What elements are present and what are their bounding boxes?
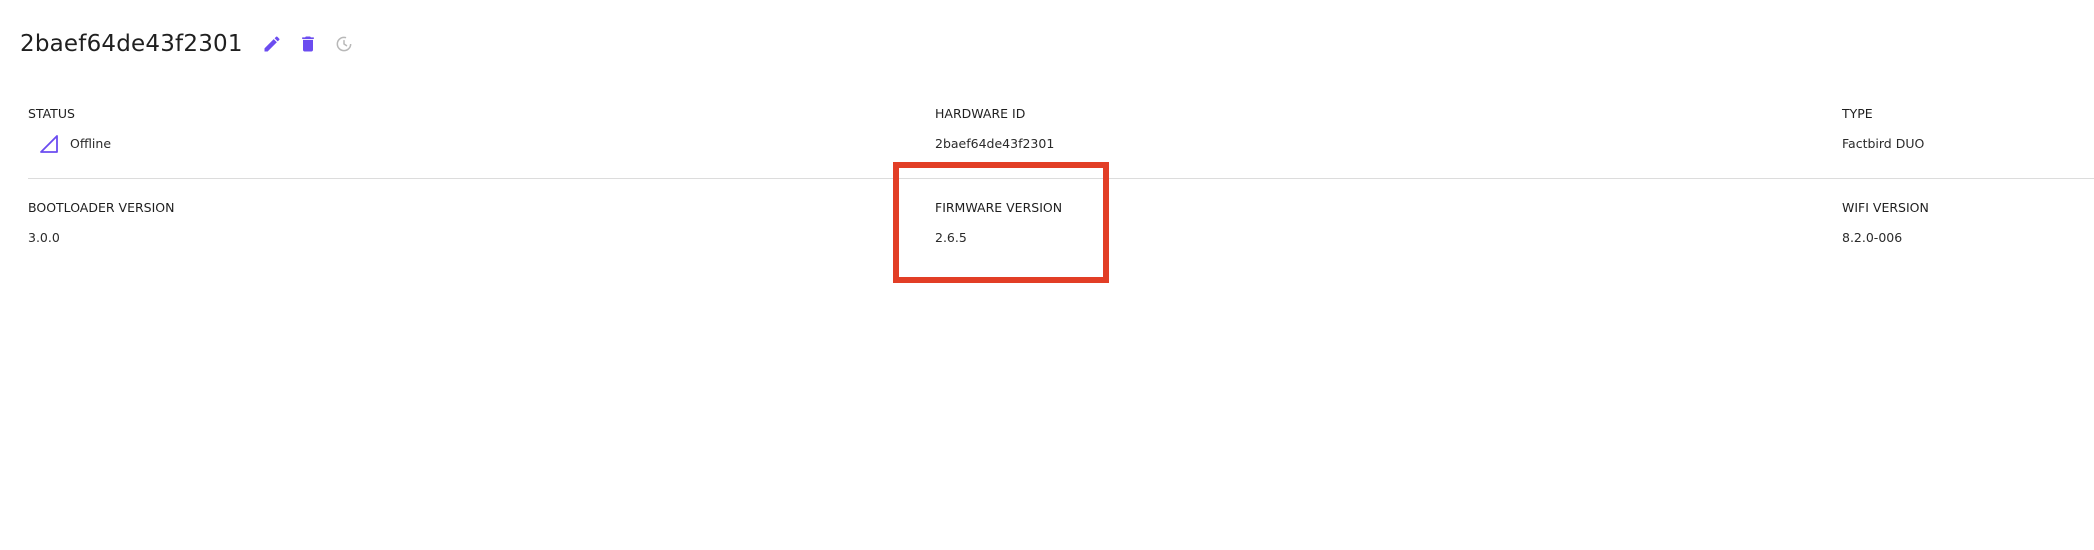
status-field: STATUS Offline — [28, 100, 111, 155]
wifi-version-value: 8.2.0-006 — [1842, 230, 1903, 245]
info-row-2: BOOTLOADER VERSION 3.0.0 FIRMWARE VERSIO… — [0, 194, 2094, 274]
refresh-button[interactable] — [329, 29, 359, 59]
hardware-id-label: HARDWARE ID — [935, 106, 1026, 121]
device-title: 2baef64de43f2301 — [20, 31, 243, 57]
info-row-1: STATUS Offline HARDWARE ID 2baef64de43f2… — [0, 100, 2094, 178]
edit-button[interactable] — [257, 29, 287, 59]
device-header: 2baef64de43f2301 — [20, 24, 365, 64]
firmware-version-field: FIRMWARE VERSION 2.6.5 — [935, 194, 1062, 249]
hardware-id-field: HARDWARE ID 2baef64de43f2301 — [935, 100, 1054, 155]
delete-button[interactable] — [293, 29, 323, 59]
firmware-version-label: FIRMWARE VERSION — [935, 200, 1063, 215]
bootloader-version-value: 3.0.0 — [28, 230, 60, 245]
status-value: Offline — [70, 136, 112, 151]
bootloader-version-label: BOOTLOADER VERSION — [28, 200, 175, 215]
type-field: TYPE Factbird DUO — [1842, 100, 1924, 155]
bootloader-version-field: BOOTLOADER VERSION 3.0.0 — [28, 194, 174, 249]
firmware-version-value: 2.6.5 — [935, 230, 967, 245]
status-value-row: Offline — [28, 133, 111, 155]
type-value: Factbird DUO — [1842, 136, 1925, 151]
trash-icon — [301, 36, 314, 52]
refresh-icon — [336, 36, 352, 52]
type-label: TYPE — [1842, 106, 1873, 121]
offline-signal-icon — [38, 133, 60, 155]
wifi-version-field: WIFI VERSION 8.2.0-006 — [1842, 194, 1929, 249]
row-divider — [28, 178, 2094, 179]
pencil-icon — [264, 36, 280, 52]
device-details-page: 2baef64de43f2301 STATUS Offline HARDWARE… — [0, 0, 2094, 550]
hardware-id-value: 2baef64de43f2301 — [935, 136, 1055, 151]
status-label: STATUS — [28, 106, 75, 121]
wifi-version-label: WIFI VERSION — [1842, 200, 1929, 215]
